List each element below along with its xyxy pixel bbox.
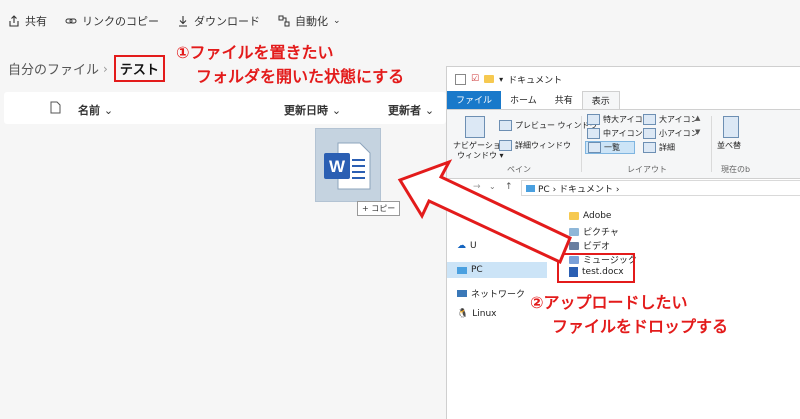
drag-arrow-icon bbox=[397, 159, 572, 265]
